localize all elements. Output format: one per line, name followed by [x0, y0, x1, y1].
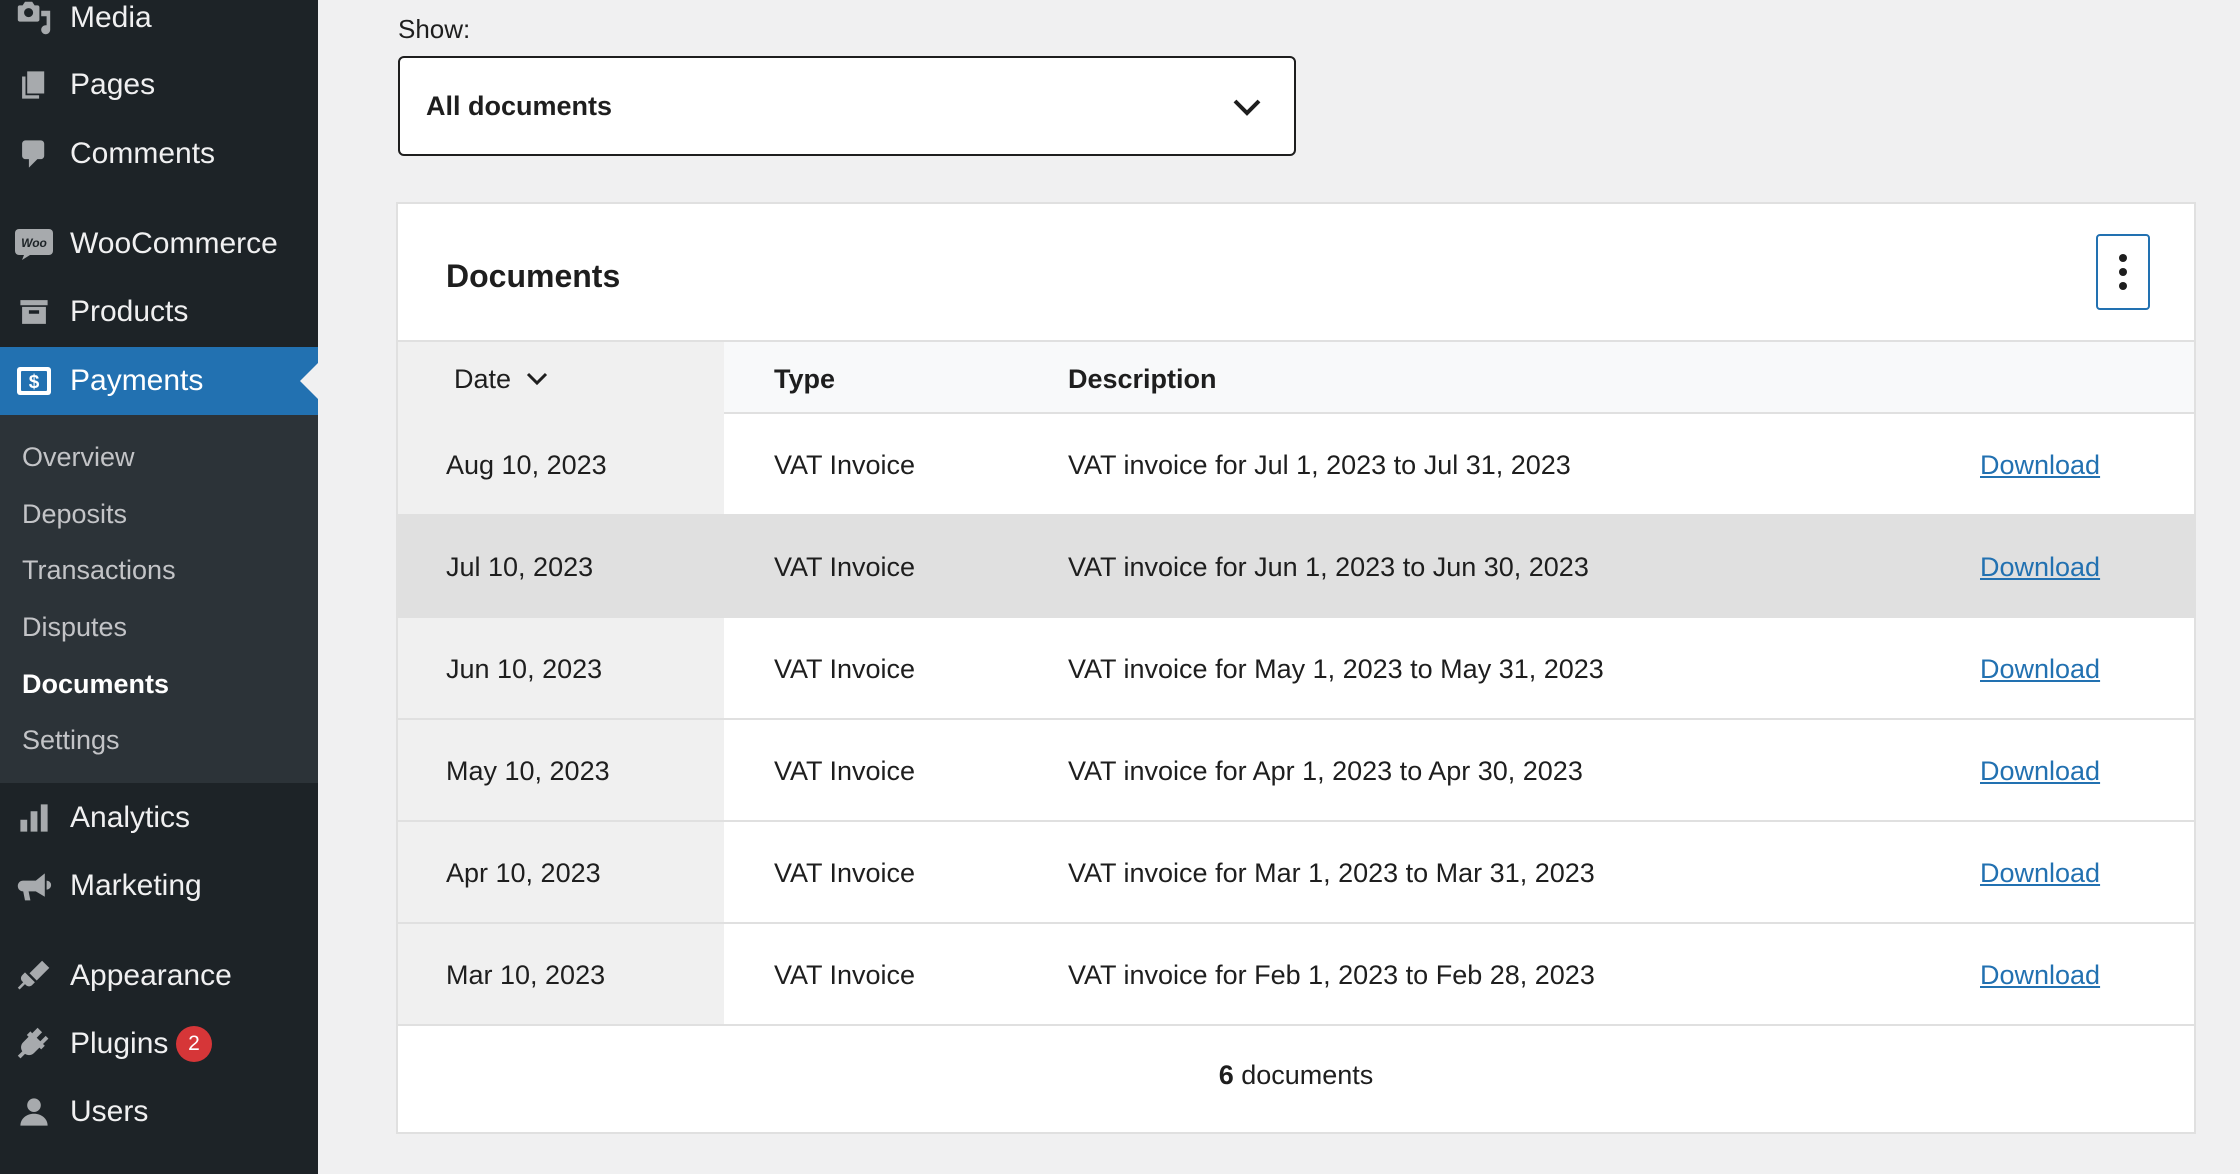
description-column-header: Description: [1068, 364, 1217, 394]
chevron-down-icon: [1232, 94, 1262, 125]
submenu-item-overview[interactable]: Overview: [22, 442, 135, 473]
more-options-button[interactable]: [2096, 234, 2150, 310]
plugins-update-badge: 2: [176, 1026, 212, 1062]
menu-item-label: Users: [70, 1095, 149, 1128]
row-type: VAT Invoice: [774, 960, 916, 990]
row-type: VAT Invoice: [774, 450, 916, 480]
menu-item-users[interactable]: Users: [0, 1078, 318, 1146]
menu-item-label: Pages: [70, 68, 156, 101]
menu-item-marketing[interactable]: Marketing: [0, 852, 318, 920]
woocommerce-icon: Woo: [14, 224, 54, 264]
row-date: Apr 10, 2023: [446, 858, 601, 888]
menu-item-label: Comments: [70, 137, 216, 170]
menu-item-payments[interactable]: $ Payments: [0, 347, 318, 415]
download-link[interactable]: Download: [1980, 450, 2100, 481]
menu-item-plugins[interactable]: Plugins 2: [0, 1010, 318, 1078]
row-date: May 10, 2023: [446, 756, 610, 786]
submenu-item-transactions[interactable]: Transactions: [22, 555, 176, 586]
download-link[interactable]: Download: [1980, 552, 2100, 583]
document-count-label: documents: [1241, 1060, 1374, 1090]
table-row: Aug 10, 2023 VAT Invoice VAT invoice for…: [398, 414, 2194, 516]
date-header-cell[interactable]: Date: [398, 342, 724, 414]
submenu-item-deposits[interactable]: Deposits: [22, 499, 127, 530]
table-row: May 10, 2023 VAT Invoice VAT invoice for…: [398, 720, 2194, 822]
comments-icon: [14, 134, 54, 174]
row-date: Mar 10, 2023: [446, 960, 606, 990]
users-icon: [14, 1092, 54, 1132]
more-vertical-icon: [2119, 254, 2127, 290]
menu-item-media[interactable]: Media: [0, 0, 318, 52]
table-row: Jul 10, 2023 VAT Invoice VAT invoice for…: [398, 516, 2194, 618]
submenu-item-documents[interactable]: Documents: [22, 669, 169, 700]
row-description: VAT invoice for Mar 1, 2023 to Mar 31, 2…: [1068, 858, 1595, 888]
submenu-item-disputes[interactable]: Disputes: [22, 612, 127, 643]
payments-icon: $: [14, 361, 54, 401]
row-date: Aug 10, 2023: [446, 450, 607, 480]
menu-item-label: Plugins: [70, 1027, 169, 1060]
svg-text:$: $: [29, 372, 40, 393]
table-row: Mar 10, 2023 VAT Invoice VAT invoice for…: [398, 924, 2194, 1026]
download-link[interactable]: Download: [1980, 654, 2100, 685]
row-date: Jun 10, 2023: [446, 654, 603, 684]
menu-item-appearance[interactable]: Appearance: [0, 942, 318, 1010]
media-icon: [14, 0, 54, 38]
row-description: VAT invoice for May 1, 2023 to May 31, 2…: [1068, 654, 1604, 684]
date-column-header[interactable]: Date: [454, 364, 511, 395]
marketing-icon: [14, 866, 54, 906]
row-description: VAT invoice for Apr 1, 2023 to Apr 30, 2…: [1068, 756, 1583, 786]
row-date: Jul 10, 2023: [446, 552, 594, 582]
submenu-item-settings[interactable]: Settings: [22, 725, 120, 756]
row-type: VAT Invoice: [774, 552, 916, 582]
menu-item-analytics[interactable]: Analytics: [0, 784, 318, 852]
products-icon: [14, 292, 54, 332]
type-column-header: Type: [774, 364, 836, 394]
row-type: VAT Invoice: [774, 756, 916, 786]
download-link[interactable]: Download: [1980, 960, 2100, 991]
table-row: Apr 10, 2023 VAT Invoice VAT invoice for…: [398, 822, 2194, 924]
plugins-icon: [14, 1024, 54, 1064]
row-type: VAT Invoice: [774, 858, 916, 888]
menu-item-comments[interactable]: Comments: [0, 120, 318, 188]
menu-item-label: Marketing: [70, 869, 202, 902]
table-header: Date Type Description: [398, 340, 2194, 414]
menu-item-label: Appearance: [70, 959, 232, 992]
document-count: 6: [1218, 1060, 1234, 1090]
menu-item-label: Media: [70, 1, 152, 34]
card-title: Documents: [446, 258, 621, 294]
menu-item-label: Products: [70, 295, 189, 328]
menu-item-pages[interactable]: Pages: [0, 51, 318, 119]
analytics-icon: [14, 798, 54, 838]
svg-text:Woo: Woo: [21, 236, 47, 250]
row-description: VAT invoice for Jun 1, 2023 to Jun 30, 2…: [1068, 552, 1589, 582]
document-type-select[interactable]: All documents: [398, 56, 1296, 156]
menu-item-woocommerce[interactable]: Woo WooCommerce: [0, 210, 318, 278]
menu-item-label: WooCommerce: [70, 227, 278, 260]
select-value: All documents: [426, 90, 613, 121]
sort-chevron-icon: [526, 372, 548, 391]
download-link[interactable]: Download: [1980, 756, 2100, 787]
filter-label: Show:: [398, 14, 471, 44]
table-summary: 6 documents: [398, 1060, 2194, 1091]
table-row: Jun 10, 2023 VAT Invoice VAT invoice for…: [398, 618, 2194, 720]
payments-submenu: Overview Deposits Transactions Disputes …: [0, 415, 318, 783]
admin-sidebar: Media Pages Comments Woo WooCommerce Pro…: [0, 0, 318, 1174]
appearance-icon: [14, 956, 54, 996]
menu-item-products[interactable]: Products: [0, 278, 318, 346]
pages-icon: [14, 65, 54, 105]
documents-card: Documents Date Type Description Aug 10, …: [396, 202, 2196, 1134]
menu-item-label: Analytics: [70, 801, 191, 834]
row-description: VAT invoice for Feb 1, 2023 to Feb 28, 2…: [1068, 960, 1595, 990]
row-type: VAT Invoice: [774, 654, 916, 684]
row-description: VAT invoice for Jul 1, 2023 to Jul 31, 2…: [1068, 450, 1571, 480]
menu-item-label: Payments: [70, 364, 204, 397]
download-link[interactable]: Download: [1980, 858, 2100, 889]
